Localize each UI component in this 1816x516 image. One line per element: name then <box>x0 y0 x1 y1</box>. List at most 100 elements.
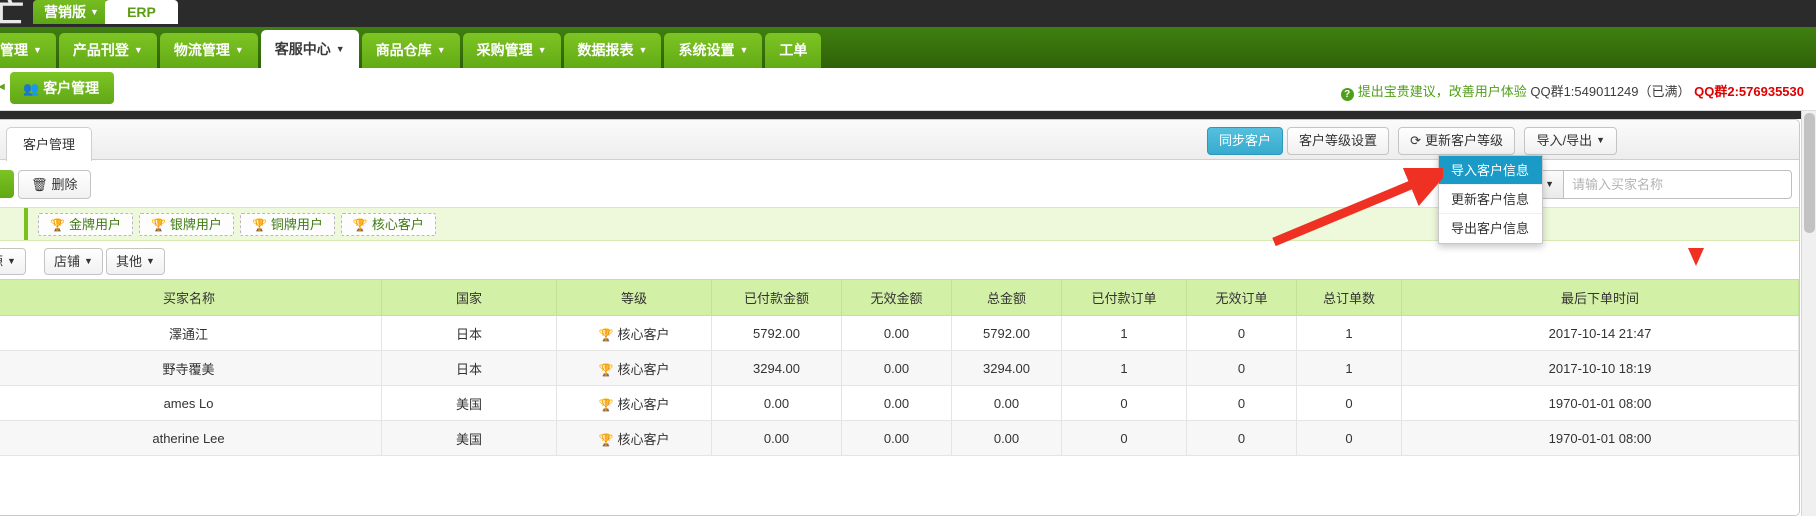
customer-management-label: 客户管理 <box>43 80 100 96</box>
cell-total_orders: 1 <box>1296 315 1402 351</box>
nav-tab-0[interactable]: 订单管理 ▼ <box>0 33 56 68</box>
nav-tab-5[interactable]: 采购管理 ▼ <box>462 33 561 68</box>
cell-level: 🏆 核心客户 <box>556 315 712 351</box>
table-col-header-6[interactable]: 已付款订单 <box>1061 279 1187 316</box>
nav-tab-1[interactable]: 产品刊登 ▼ <box>58 33 157 68</box>
level-tag-3[interactable]: 🏆 核心客户 <box>340 213 436 236</box>
trophy-icon: 🏆 <box>598 432 614 447</box>
level-tag-2[interactable]: 🏆 铜牌用户 <box>239 213 335 236</box>
brand-logo: 亡 <box>0 0 24 29</box>
table-row[interactable]: 野寺覆美 日本 🏆 核心客户 3294.00 0.00 3294.00 1 0 1 2017-10-… <box>0 350 1799 386</box>
filter-other-label: 其他 <box>116 254 143 269</box>
main-navigation: 订单管理 ▼ 产品刊登 ▼ 物流管理 ▼ 客服中心 ▼ 商品仓库 ▼ 采购管理 ▼ 数据报表 ▼ 系统设置 ▼… <box>0 27 1816 68</box>
cell-name: ames Lo <box>0 385 382 421</box>
nav-tab-7[interactable]: 系统设置 ▼ <box>664 33 763 68</box>
level-label: 核心客户 <box>617 431 670 447</box>
level-tag-label: 铜牌用户 <box>270 217 323 232</box>
version-switch-button[interactable]: 营销版 ▼ <box>33 0 109 24</box>
customer-table: 买家名称 国家 等级 已付款金额 无效金额 总金额 已付款订单 无效订单 总订单数 最后下单时间 … <box>0 279 1799 456</box>
nav-tab-6[interactable]: 数据报表 ▼ <box>563 33 662 68</box>
sub-toolbar: ◄ 👥 客户管理 ? 提出宝贵建议，改善用户体验 QQ群1:549011249（已满… <box>0 68 1816 111</box>
table-col-header-9[interactable]: 最后下单时间 <box>1401 279 1799 316</box>
level-tag-label: 银牌用户 <box>169 217 222 232</box>
table-col-header-2[interactable]: 等级 <box>556 279 712 316</box>
table-col-header-3[interactable]: 已付款金额 <box>711 279 842 316</box>
customer-level-settings-button[interactable]: 客户等级设置 <box>1286 127 1389 155</box>
chevron-down-icon: ▼ <box>537 45 547 55</box>
table-col-header-1[interactable]: 国家 <box>381 279 557 316</box>
search-input[interactable]: 请输入买家名称 <box>1563 170 1792 199</box>
collapse-left-icon[interactable]: ◄ <box>0 81 7 93</box>
nav-tab-8[interactable]: 工单 <box>765 33 822 68</box>
nav-tab-3[interactable]: 客服中心 ▼ <box>260 30 359 68</box>
update-customer-level-button[interactable]: ⟳ 更新客户等级 <box>1398 127 1515 155</box>
trophy-icon: 🏆 <box>50 218 65 232</box>
level-tag-1[interactable]: 🏆 银牌用户 <box>138 213 234 236</box>
table-row[interactable]: atherine Lee 美国 🏆 核心客户 0.00 0.00 0.00 0 0 0 1970-0… <box>0 420 1799 456</box>
sync-customers-button[interactable]: 同步客户 <box>1206 127 1283 155</box>
table-col-header-0[interactable]: 买家名称 <box>0 279 382 316</box>
table-row[interactable]: ames Lo 美国 🏆 核心客户 0.00 0.00 0.00 0 0 0 1970-01-01 … <box>0 385 1799 421</box>
chevron-down-icon: ▼ <box>84 256 93 266</box>
cell-total_amount: 0.00 <box>951 420 1062 456</box>
chevron-down-icon: ▼ <box>335 44 345 54</box>
cell-name: 野寺覆美 <box>0 350 382 386</box>
nav-tab-2[interactable]: 物流管理 ▼ <box>159 33 258 68</box>
customer-management-button[interactable]: 👥 客户管理 <box>10 72 115 104</box>
trophy-icon: 🏆 <box>150 218 166 232</box>
table-col-header-7[interactable]: 无效订单 <box>1186 279 1297 316</box>
vertical-scrollbar[interactable] <box>1801 111 1816 516</box>
cell-level: 🏆 核心客户 <box>556 420 712 456</box>
cell-invalid_orders: 0 <box>1186 350 1297 386</box>
filter-other-button[interactable]: 其他 ▼ <box>106 248 165 275</box>
chevron-down-icon: ▼ <box>7 256 16 266</box>
filter-shop-button[interactable]: 店铺 ▼ <box>44 248 103 275</box>
delete-button[interactable]: 🗑 删除 <box>18 170 91 199</box>
cell-invalid_orders: 0 <box>1186 315 1297 351</box>
nav-tab-4[interactable]: 商品仓库 ▼ <box>361 33 460 68</box>
secondary-filter-row: 源▼ 店铺▼ 其他▼ <box>0 242 1799 279</box>
erp-tab[interactable]: ERP <box>105 0 178 24</box>
dropdown-item-1[interactable]: 更新客户信息 <box>1439 185 1542 214</box>
suggestion-link[interactable]: 提出宝贵建议，改善用户体验 <box>1358 84 1527 99</box>
filter-source-button[interactable]: 源▼ <box>0 248 26 275</box>
level-tag-0[interactable]: 🏆 金牌用户 <box>38 213 133 236</box>
import-export-button[interactable]: 导入/导出 ▼ <box>1524 127 1617 155</box>
nav-tab-label: 产品刊登 <box>72 42 129 58</box>
scrollbar-thumb[interactable] <box>1804 113 1815 233</box>
users-icon: 👥 <box>23 81 40 96</box>
version-label: 营销版 <box>44 4 86 20</box>
tab-customer-management[interactable]: 客户管理 <box>6 127 93 161</box>
cell-invalid_orders: 0 <box>1186 385 1297 421</box>
table-col-header-8[interactable]: 总订单数 <box>1296 279 1402 316</box>
level-tag-list: 🏆 金牌用户 🏆 银牌用户 🏆 铜牌用户 🏆 核心客户 <box>38 213 442 236</box>
nav-tab-label: 商品仓库 <box>375 42 432 58</box>
dark-divider <box>0 111 1816 119</box>
nav-tab-label: 物流管理 <box>173 42 230 58</box>
cell-invalid_amount: 0.00 <box>841 350 952 386</box>
bulk-action-chip[interactable] <box>0 170 14 198</box>
cell-last_order_time: 1970-01-01 08:00 <box>1401 420 1799 456</box>
trophy-icon: 🏆 <box>598 397 614 412</box>
table-body: 澤通江 日本 🏆 核心客户 5792.00 0.00 5792.00 1 0 1 2017-10-1… <box>0 315 1799 456</box>
import-export-dropdown-menu[interactable]: 导入客户信息 更新客户信息 导出客户信息 <box>1438 155 1543 244</box>
question-mark-icon: ? <box>1340 88 1354 101</box>
cell-paid_orders: 1 <box>1061 350 1187 386</box>
cell-paid_orders: 0 <box>1061 420 1187 456</box>
level-label: 核心客户 <box>617 361 670 377</box>
qq-group-2[interactable]: QQ群2:576935530 <box>1694 84 1804 99</box>
strip-accent-bar <box>24 208 28 240</box>
table-col-header-4[interactable]: 无效金额 <box>841 279 952 316</box>
filter-source-label: 源 <box>0 254 3 269</box>
import-export-label: 导入/导出 <box>1536 133 1593 148</box>
main-nav-tabs: 订单管理 ▼ 产品刊登 ▼ 物流管理 ▼ 客服中心 ▼ 商品仓库 ▼ 采购管理 ▼ 数据报表 ▼ 系统设置 ▼… <box>0 30 824 68</box>
table-row[interactable]: 澤通江 日本 🏆 核心客户 5792.00 0.00 5792.00 1 0 1 2017-10-1… <box>0 315 1799 351</box>
cell-last_order_time: 2017-10-14 21:47 <box>1401 315 1799 351</box>
dropdown-item-0[interactable]: 导入客户信息 <box>1439 156 1542 185</box>
trophy-icon: 🏆 <box>251 218 267 232</box>
cell-country: 日本 <box>381 315 557 351</box>
dropdown-item-2[interactable]: 导出客户信息 <box>1439 214 1542 243</box>
chevron-down-icon: ▼ <box>1596 135 1605 145</box>
top-bar: 亡 营销版 ▼ ERP <box>0 0 1816 29</box>
table-col-header-5[interactable]: 总金额 <box>951 279 1062 316</box>
